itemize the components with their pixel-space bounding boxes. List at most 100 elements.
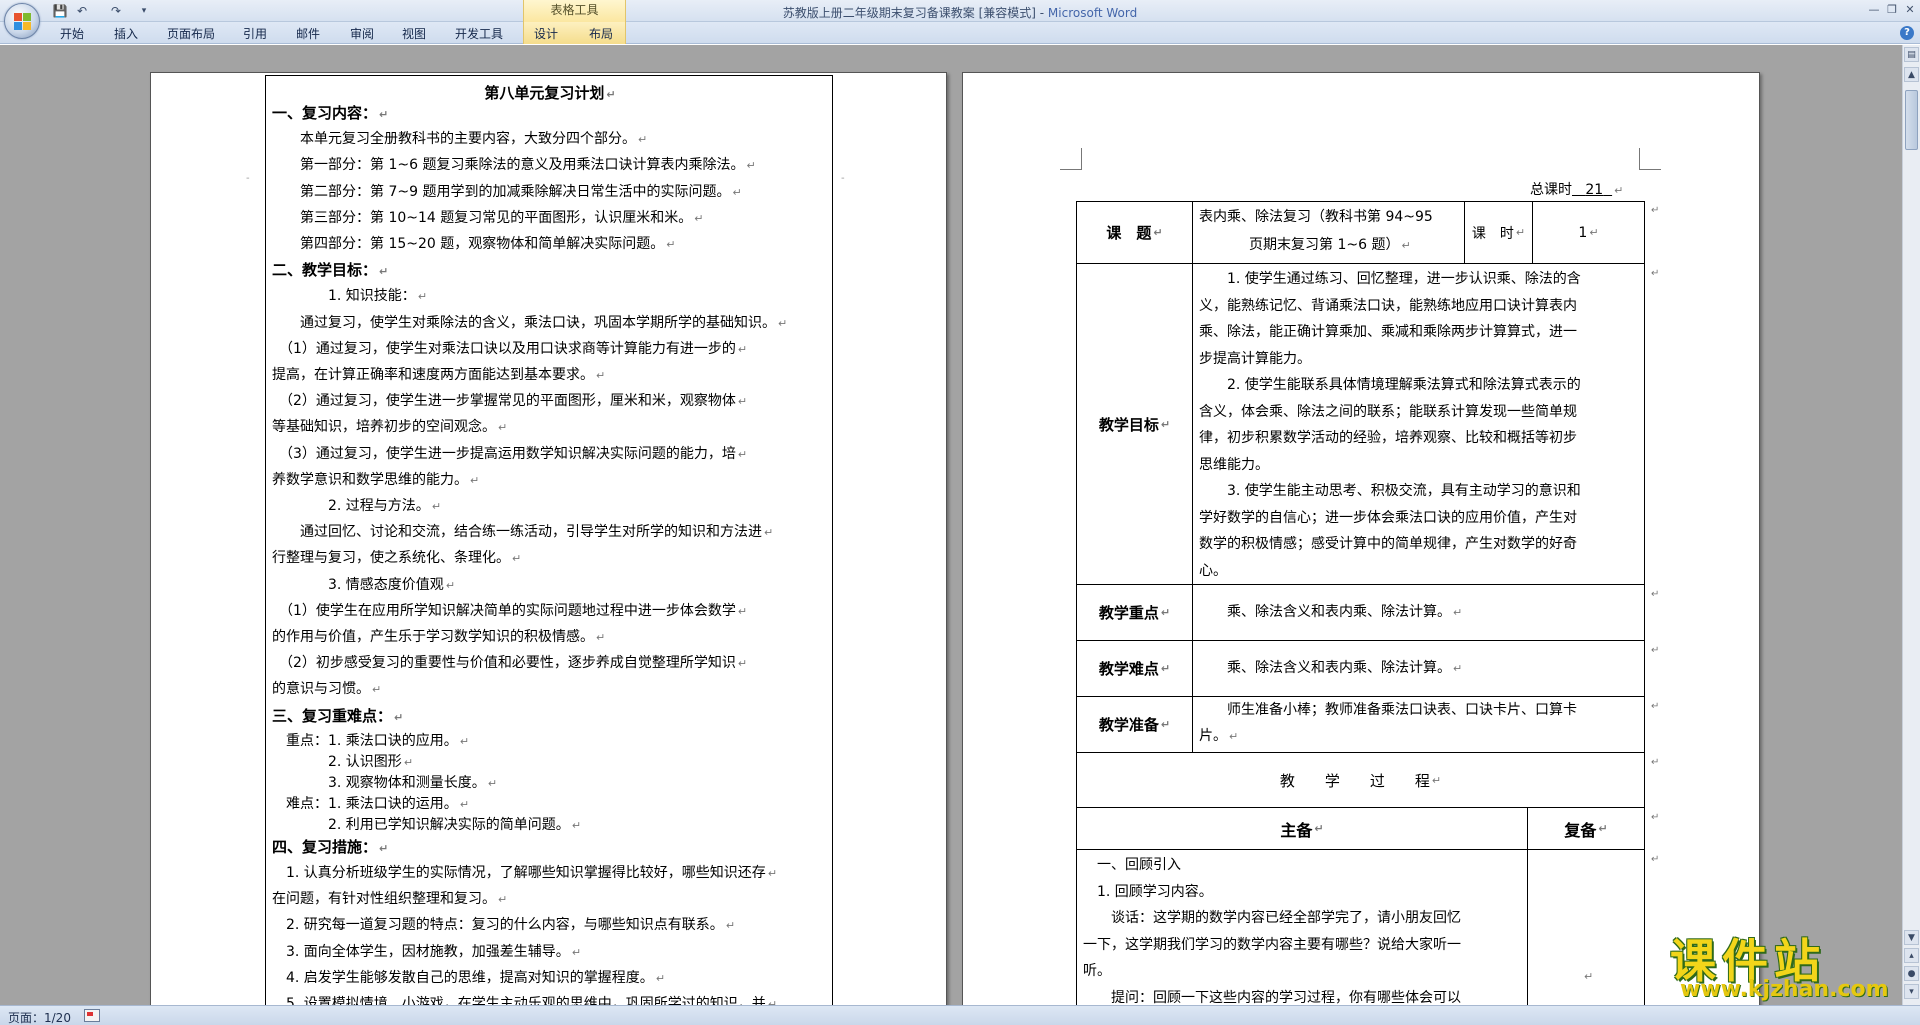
minimize-icon[interactable]: — [1866, 2, 1882, 18]
margin-corner-mark [1060, 148, 1082, 170]
row-end-mark: ↵ [1651, 589, 1660, 600]
office-logo-icon [14, 13, 32, 31]
goal-line: 心。 [1199, 562, 1227, 579]
title-bar: 💾 ↶ ↷ ▾ 苏教版上册二年级期末复习备课教案 [兼容模式] - Micros… [0, 0, 1920, 22]
total-hours-label: 总课时 [1530, 182, 1572, 198]
page-count[interactable]: 页面：1/20 [8, 1009, 71, 1025]
plan-line: （1）使学生在应用所学知识解决简单的实际问题地过程中进一步体会数学 ↵ [272, 602, 748, 619]
process-line: 1. 回顾学习内容。 [1083, 883, 1213, 900]
paragraph-mark: ↵ [1584, 970, 1594, 983]
plan-line: （3）通过复习，使学生进一步提高运用数学知识解决实际问题的能力，培 ↵ [272, 445, 748, 462]
process-line: 听。 [1083, 963, 1111, 979]
plan-line: （2）初步感受复习的重要性与价值和必要性，逐步养成自觉整理所学知识 ↵ [272, 655, 748, 672]
tab-developer[interactable]: 开发工具 [455, 25, 503, 42]
document-page-2[interactable]: 总课时 21 ↵ 课 题 ↵ 表内乘、除法复习（教科书第 94~95 页期末复习第… [962, 72, 1760, 1005]
key-point-text-cell: 乘、除法含义和表内乘、除法计算。 ↵ [1192, 584, 1645, 640]
goal-line: 义，能熟练记忆、背诵乘法口诀，能熟练地应用口诀计算表内 [1199, 297, 1577, 314]
preparation-line: 片。 ↵ [1199, 728, 1239, 744]
main-prep-content: 一、回顾引入 1. 回顾学习内容。 谈话：这学期的数学内容已经全部学完了，请小朋… [1076, 849, 1527, 1005]
watermark-logo: 课件站 www.kjzhan.com [1670, 925, 1902, 1003]
plan-line: 5. 设置模拟情境、小游戏，在学生主动乐观的思维中，巩固所学过的知识，并 ↵ [272, 996, 778, 1005]
plan-line: 的作用与价值，产生乐于学习数学知识的积极情感。 ↵ [272, 629, 606, 645]
row-end-mark: ↵ [1651, 701, 1660, 712]
ruler-toggle-icon[interactable]: ▤ [1904, 47, 1919, 62]
scroll-thumb[interactable] [1905, 90, 1918, 150]
process-line: 谈话：这学期的数学内容已经全部学完了，请小朋友回忆 [1083, 910, 1461, 926]
preparation-label-cell: 教学准备 ↵ [1076, 696, 1192, 752]
difficult-point-label-cell: 教学难点 ↵ [1076, 640, 1192, 696]
plan-line: 在问题，有针对性组织整理和复习。 ↵ [272, 891, 508, 908]
scroll-up-icon[interactable]: ▲ [1904, 67, 1919, 82]
row-end-mark: ↵ [1651, 812, 1660, 823]
plan-line: 等基础知识，培养初步的空间观念。 ↵ [272, 419, 508, 436]
period-value-cell: 1 ↵ [1532, 201, 1645, 263]
tab-layout[interactable]: 布局 [589, 25, 613, 42]
review-plan-title: 第八单元复习计划 ↵ [484, 84, 616, 102]
tab-review[interactable]: 审阅 [350, 25, 374, 42]
secondary-prep-header: 复备 ↵ [1527, 807, 1645, 849]
tab-mailings[interactable]: 邮件 [296, 25, 320, 42]
watermark-url: www.kjzhan.com [1680, 977, 1889, 1002]
plan-line: 通过回忆、讨论和交流，结合练一练活动，引导学生对所学的知识和方法进 ↵ [272, 524, 774, 541]
plan-line: 重点：1. 乘法口诀的应用。 ↵ [272, 732, 470, 749]
tab-design[interactable]: 设计 [534, 25, 558, 42]
plan-line: （2）通过复习，使学生进一步掌握常见的平面图形，厘米和米，观察物体 ↵ [272, 393, 748, 410]
previous-page-icon[interactable]: ▴ [1904, 948, 1919, 963]
goal-line: 2. 使学生能联系具体情境理解乘法算式和除法算式表示的 [1199, 377, 1581, 393]
plan-line: 第三部分：第 10~14 题复习常见的平面图形，认识厘米和米。 ↵ [272, 209, 704, 226]
plan-line: 三、复习重难点： ↵ [272, 706, 404, 725]
goals-label-cell: 教学目标 ↵ [1076, 263, 1192, 584]
tab-references[interactable]: 引用 [243, 25, 267, 42]
lesson-title-line: 表内乘、除法复习（教科书第 94~95 [1199, 209, 1433, 225]
goal-line: 步提高计算能力。 [1199, 350, 1311, 367]
plan-line: 3. 情感态度价值观 ↵ [272, 576, 456, 593]
scroll-down-icon[interactable]: ▼ [1904, 930, 1919, 945]
ribbon-tabs: 开始 插入 页面布局 引用 邮件 审阅 视图 开发工具 设计 布局 [0, 22, 1920, 44]
document-workspace: - - 第八单元复习计划 ↵ 一、复习内容： ↵ 本单元复习全册教科书的主要内容，大… [0, 45, 1902, 1005]
plan-line: 的意识与习惯。 ↵ [272, 681, 382, 698]
proofing-icon[interactable] [84, 1009, 100, 1022]
vertical-scrollbar[interactable]: ▤ ▲ ▼ ▴ ● ▾ [1902, 45, 1920, 1005]
document-name: 苏教版上册二年级期末复习备课教案 [兼容模式] - [782, 6, 1048, 20]
goal-line: 学好数学的自信心；进一步体会乘法口诀的应用价值，产生对 [1199, 509, 1577, 526]
help-icon[interactable]: ? [1900, 26, 1914, 40]
plan-line: 二、教学目标： ↵ [272, 261, 389, 280]
select-browse-object-icon[interactable]: ● [1904, 966, 1919, 981]
tab-page-layout[interactable]: 页面布局 [167, 25, 215, 42]
row-end-mark: ↵ [1651, 854, 1660, 865]
crop-mark: - [841, 173, 845, 184]
plan-line: 2. 研究每一道复习题的特点：复习的什么内容，与哪些知识点有联系。 ↵ [272, 917, 736, 934]
teaching-process-header: 教 学 过 程 ↵ [1076, 752, 1645, 807]
close-icon[interactable]: ✕ [1902, 2, 1918, 18]
plan-line: 养数学意识和数学思维的能力。 ↵ [272, 471, 480, 488]
tab-home[interactable]: 开始 [60, 25, 84, 42]
window-title: 苏教版上册二年级期末复习备课教案 [兼容模式] - Microsoft Word [0, 4, 1920, 21]
plan-line: 提高，在计算正确率和速度两方面能达到基本要求。 ↵ [272, 367, 606, 383]
review-plan-table: 第八单元复习计划 ↵ 一、复习内容： ↵ 本单元复习全册教科书的主要内容，大致分四个… [265, 75, 833, 1005]
margin-corner-mark [1639, 148, 1661, 170]
plan-line: 一、复习内容： ↵ [272, 104, 389, 122]
key-point-label-cell: 教学重点 ↵ [1076, 584, 1192, 640]
tab-view[interactable]: 视图 [402, 25, 426, 42]
preparation-text-cell: 师生准备小棒；教师准备乘法口诀表、口诀卡片、口算卡 片。 ↵ [1192, 696, 1645, 752]
row-end-mark: ↵ [1651, 205, 1660, 216]
plan-line: 2. 认识图形 ↵ [272, 753, 414, 770]
next-page-icon[interactable]: ▾ [1904, 984, 1919, 999]
tab-insert[interactable]: 插入 [114, 25, 138, 42]
lesson-title-cell: 表内乘、除法复习（教科书第 94~95 页期末复习第 1~6 题） ↵ [1192, 201, 1464, 263]
office-button[interactable] [4, 3, 40, 39]
plan-line: 2. 利用已学知识解决实际的简单问题。 ↵ [272, 816, 582, 833]
document-page-1[interactable]: - - 第八单元复习计划 ↵ 一、复习内容： ↵ 本单元复习全册教科书的主要内容，大… [150, 72, 947, 1005]
restore-icon[interactable]: ❐ [1884, 2, 1900, 18]
row-end-mark: ↵ [1651, 645, 1660, 656]
process-line: 提问：回顾一下这些内容的学习过程，你有哪些体会可以 [1083, 989, 1461, 1006]
lesson-label-cell: 课 题 ↵ [1076, 201, 1192, 263]
main-prep-header: 主备 ↵ [1076, 807, 1527, 849]
plan-line: 4. 启发学生能够发散自己的思维，提高对知识的掌握程度。 ↵ [272, 969, 666, 986]
total-hours: 总课时 21 ↵ [1530, 182, 1624, 198]
plan-line: 3. 观察物体和测量长度。 ↵ [272, 774, 498, 791]
goal-line: 思维能力。 [1199, 456, 1269, 473]
plan-line: 行整理与复习，使之系统化、条理化。 ↵ [272, 550, 522, 567]
plan-line: 第一部分：第 1~6 题复习乘除法的意义及用乘法口诀计算表内乘除法。 ↵ [272, 157, 756, 174]
goal-line: 乘、除法，能正确计算乘加、乘减和乘除两步计算算式，进一 [1199, 324, 1577, 340]
